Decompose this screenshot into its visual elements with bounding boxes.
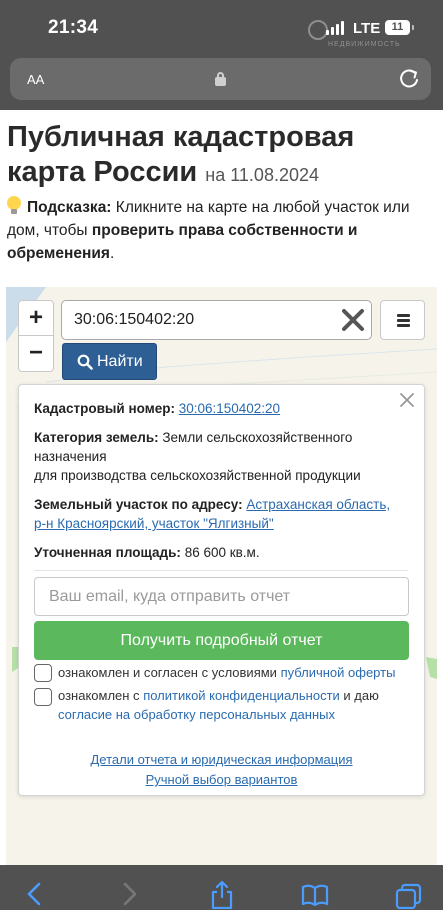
watermark-text: НЕДВИЖИМОСТЬ xyxy=(328,41,401,48)
browser-toolbar xyxy=(0,865,443,910)
find-button-label: Найти xyxy=(97,353,143,370)
share-icon[interactable] xyxy=(207,879,237,909)
privacy-consent-checkbox[interactable] xyxy=(34,688,52,706)
area-label: Уточненная площадь: xyxy=(34,545,181,560)
network-type: LTE xyxy=(353,20,381,37)
zoom-control: + − xyxy=(18,300,54,372)
manual-selection-link[interactable]: Ручной выбор вариантов xyxy=(0,772,443,787)
forward-icon xyxy=(123,882,137,906)
report-details-link[interactable]: Детали отчета и юридическая информация xyxy=(0,752,443,767)
offer-consent-checkbox[interactable] xyxy=(34,664,52,682)
back-icon[interactable] xyxy=(20,879,50,909)
browser-chrome: AA xyxy=(0,52,443,110)
status-time: 21:34 xyxy=(48,17,99,38)
page-title: Публичная кадастровая карта России на 11… xyxy=(7,120,437,193)
hint-label: Подсказка: xyxy=(27,199,112,216)
privacy-consent-label: ознакомлен с политикой конфиденциальност… xyxy=(58,686,408,724)
privacy-policy-link[interactable]: политикой конфиденциальности xyxy=(143,688,340,703)
privacy-consent-mid: и даю xyxy=(339,688,379,703)
cadastral-label: Кадастровый номер: xyxy=(34,401,175,416)
divider xyxy=(34,570,408,571)
lock-icon xyxy=(215,72,226,86)
zoom-in-button[interactable]: + xyxy=(19,301,53,336)
clear-search-icon[interactable] xyxy=(341,308,365,332)
bookmarks-icon[interactable] xyxy=(300,879,330,909)
privacy-consent-text: ознакомлен с xyxy=(58,688,144,703)
address-bar[interactable]: AA xyxy=(10,58,431,100)
address-link-2[interactable]: р-н Красноярский, участок "Ялгизный" xyxy=(34,516,274,531)
tabs-icon[interactable] xyxy=(394,879,424,909)
public-offer-link[interactable]: публичной оферты xyxy=(281,665,396,680)
search-icon xyxy=(77,354,93,370)
cadastral-number-row: Кадастровый номер: 30:06:150402:20 xyxy=(34,399,414,418)
personal-data-link[interactable]: согласие на обработку персональных данны… xyxy=(58,707,335,722)
status-bar: 21:34 НЕДВИЖИМОСТЬ LTE 11 xyxy=(0,0,443,52)
land-category-row: Категория земель: Земли сельскохозяйстве… xyxy=(34,428,414,485)
text-size-button[interactable]: AA xyxy=(27,69,44,89)
category-value-2: для производства сельскохозяйственной пр… xyxy=(34,468,361,483)
watermark-logo-icon xyxy=(308,20,328,40)
hint-paragraph: Подсказка: Кликните на карте на любой уч… xyxy=(7,196,439,265)
area-value: 86 600 кв.м. xyxy=(184,545,260,560)
zoom-out-button[interactable]: − xyxy=(19,336,53,371)
address-label: Земельный участок по адресу: xyxy=(34,497,243,512)
menu-button[interactable] xyxy=(380,300,425,340)
email-field[interactable]: Ваш email, куда отправить отчет xyxy=(34,577,409,616)
text-size-label: AA xyxy=(27,72,45,87)
find-button[interactable]: Найти xyxy=(62,343,157,380)
cadastral-search-input[interactable]: 30:06:150402:20 xyxy=(61,300,372,340)
battery-icon: 11 xyxy=(385,20,414,35)
reload-icon[interactable] xyxy=(398,68,420,90)
category-label: Категория земель: xyxy=(34,430,159,445)
address-row: Земельный участок по адресу: Астраханска… xyxy=(34,495,414,533)
area-row: Уточненная площадь: 86 600 кв.м. xyxy=(34,543,414,562)
page-date: на 11.08.2024 xyxy=(205,165,320,185)
address-link-1[interactable]: Астраханская область, xyxy=(246,497,390,512)
offer-consent-text: ознакомлен и согласен с условиями xyxy=(58,665,281,680)
cadastral-number-link[interactable]: 30:06:150402:20 xyxy=(179,401,280,416)
hint-end: . xyxy=(109,245,115,262)
get-report-button[interactable]: Получить подробный отчет xyxy=(34,621,409,660)
lightbulb-icon xyxy=(7,196,21,215)
signal-icon xyxy=(326,21,346,35)
offer-consent-label: ознакомлен и согласен с условиями публич… xyxy=(58,663,408,682)
